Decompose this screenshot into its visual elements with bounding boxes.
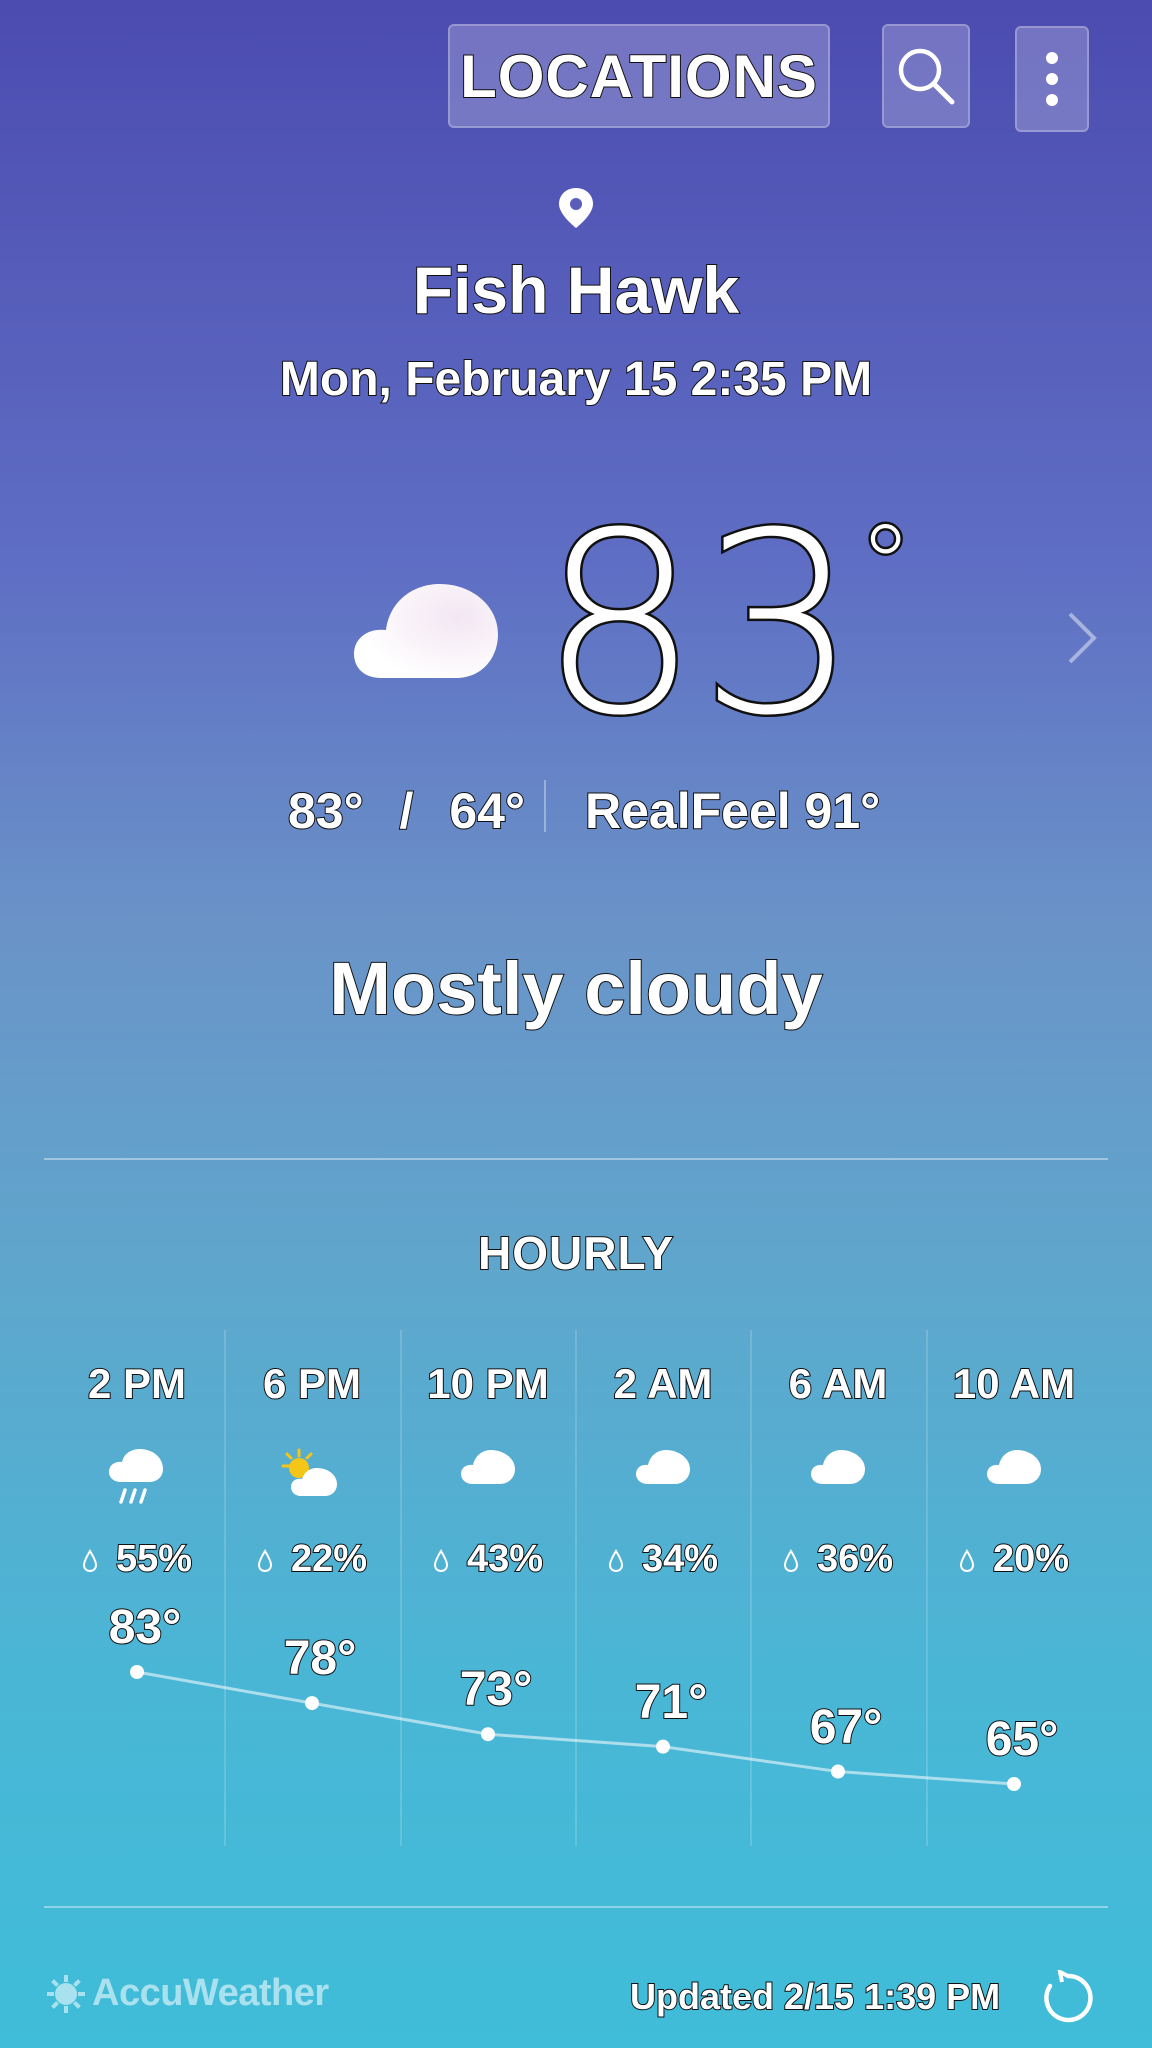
divider xyxy=(544,780,546,832)
sun-logo-icon xyxy=(47,1974,85,2013)
rain-cloud-icon xyxy=(107,1448,167,1511)
city-name[interactable]: Fish Hawk xyxy=(0,252,1152,328)
hour-temp-label: 65° xyxy=(985,1712,1060,1767)
more-vert-icon xyxy=(1046,52,1058,106)
more-options-button[interactable] xyxy=(1015,26,1089,132)
divider xyxy=(44,1906,1108,1908)
hour-temp-label: 71° xyxy=(634,1675,709,1730)
date-time: Mon, February 15 2:35 PM xyxy=(279,352,873,407)
hourly-temp-chart xyxy=(130,1665,1021,1791)
hourly-title: HOURLY xyxy=(477,1226,674,1280)
temp-degree: ° xyxy=(856,501,916,629)
partly-sunny-icon xyxy=(279,1448,345,1505)
cloud-icon xyxy=(809,1448,867,1491)
hour-time: 6 AM xyxy=(788,1359,889,1408)
high-temp: 83° xyxy=(287,782,365,840)
realfeel-temp: RealFeel 91° xyxy=(584,782,881,840)
low-temp: 64° xyxy=(448,782,526,840)
weather-condition: Mostly cloudy xyxy=(328,946,823,1031)
temp-point xyxy=(1007,1777,1021,1791)
accuweather-logo[interactable]: AccuWeather xyxy=(46,1972,329,2015)
temp-point xyxy=(305,1696,319,1711)
temp-point xyxy=(130,1665,144,1679)
hour-temp-label: 67° xyxy=(809,1700,884,1755)
temp-point xyxy=(831,1764,845,1779)
hour-time: 2 AM xyxy=(613,1359,714,1408)
cloud-icon xyxy=(985,1448,1043,1491)
current-temperature: 83° xyxy=(537,497,916,752)
temp-point xyxy=(656,1739,670,1754)
hour-temp-label: 83° xyxy=(108,1600,183,1655)
hour-time: 6 PM xyxy=(262,1359,362,1408)
updated-time: Updated 2/15 1:39 PM xyxy=(629,1975,1001,2018)
hour-time: 2 PM xyxy=(87,1359,187,1408)
hour-temp-label: 73° xyxy=(459,1662,534,1717)
locations-button[interactable]: LOCATIONS xyxy=(448,24,830,128)
hour-time: 10 AM xyxy=(952,1359,1076,1408)
cloud-icon xyxy=(634,1448,692,1491)
brand-name: AccuWeather xyxy=(92,1972,329,2014)
hilo-separator: / xyxy=(399,782,415,840)
divider xyxy=(44,1158,1108,1160)
refresh-icon[interactable] xyxy=(1040,1970,1096,2026)
location-pin-icon xyxy=(559,188,593,228)
chevron-right-icon[interactable] xyxy=(1064,608,1100,668)
hour-temp-label: 78° xyxy=(283,1631,358,1686)
temp-value: 83 xyxy=(537,479,860,770)
temp-point xyxy=(481,1727,495,1742)
cloud-icon xyxy=(459,1448,517,1491)
hour-time: 10 PM xyxy=(426,1359,549,1408)
cloud-icon xyxy=(354,584,498,678)
high-low-temps: 83° / 64° xyxy=(287,782,526,840)
search-icon xyxy=(898,48,955,105)
search-button[interactable] xyxy=(882,24,970,128)
